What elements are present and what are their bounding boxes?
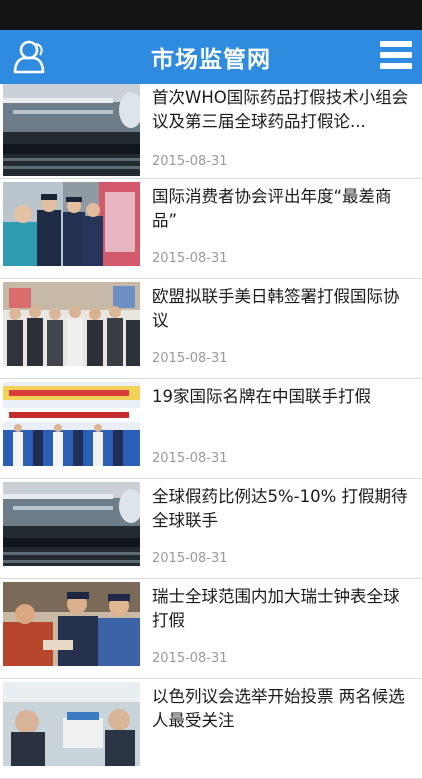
news-thumbnail xyxy=(3,382,140,466)
news-item[interactable]: 首次WHO国际药品打假技术小组会议及第三届全球药品打假论... 2015-08-… xyxy=(0,84,422,179)
news-title: 欧盟拟联手美日韩签署打假国际协议 xyxy=(152,287,400,330)
news-title: 以色列议会选举开始投票 两名候选人最受关注 xyxy=(152,687,405,730)
news-item[interactable]: 欧盟拟联手美日韩签署打假国际协议 2015-08-31 xyxy=(0,279,422,379)
news-title: 瑞士全球范围内加大瑞士钟表全球打假 xyxy=(152,587,400,630)
news-date: 2015-08-31 xyxy=(152,154,228,169)
app-title: 市场监管网 xyxy=(151,46,271,73)
menu-button[interactable] xyxy=(380,41,412,73)
news-thumbnail xyxy=(3,182,140,266)
news-list: 首次WHO国际药品打假技术小组会议及第三届全球药品打假论... 2015-08-… xyxy=(0,84,422,779)
news-item[interactable]: 全球假药比例达5%-10% 打假期待全球联手 2015-08-31 xyxy=(0,479,422,579)
news-date: 2015-08-31 xyxy=(152,451,228,466)
news-title: 全球假药比例达5%-10% 打假期待全球联手 xyxy=(152,487,408,530)
app-header: 市场监管网 xyxy=(0,30,422,84)
news-item[interactable]: 国际消费者协会评出年度“最差商品” 2015-08-31 xyxy=(0,179,422,279)
news-title: 国际消费者协会评出年度“最差商品” xyxy=(152,187,392,230)
user-icon xyxy=(13,40,45,74)
status-bar xyxy=(0,0,422,30)
news-thumbnail xyxy=(3,84,140,176)
news-item[interactable]: 瑞士全球范围内加大瑞士钟表全球打假 2015-08-31 xyxy=(0,579,422,679)
news-thumbnail xyxy=(3,282,140,366)
news-thumbnail xyxy=(3,482,140,566)
news-item[interactable]: 19家国际名牌在中国联手打假 2015-08-31 xyxy=(0,379,422,479)
news-title: 19家国际名牌在中国联手打假 xyxy=(152,387,371,406)
news-date: 2015-08-31 xyxy=(152,351,228,366)
news-date: 2015-08-31 xyxy=(152,251,228,266)
news-item[interactable]: 以色列议会选举开始投票 两名候选人最受关注 xyxy=(0,679,422,779)
user-button[interactable] xyxy=(12,39,46,75)
menu-icon xyxy=(380,41,412,69)
news-date: 2015-08-31 xyxy=(152,651,228,666)
news-thumbnail xyxy=(3,582,140,666)
news-thumbnail xyxy=(3,682,140,766)
news-title: 首次WHO国际药品打假技术小组会议及第三届全球药品打假论... xyxy=(152,88,409,131)
news-date: 2015-08-31 xyxy=(152,551,228,566)
